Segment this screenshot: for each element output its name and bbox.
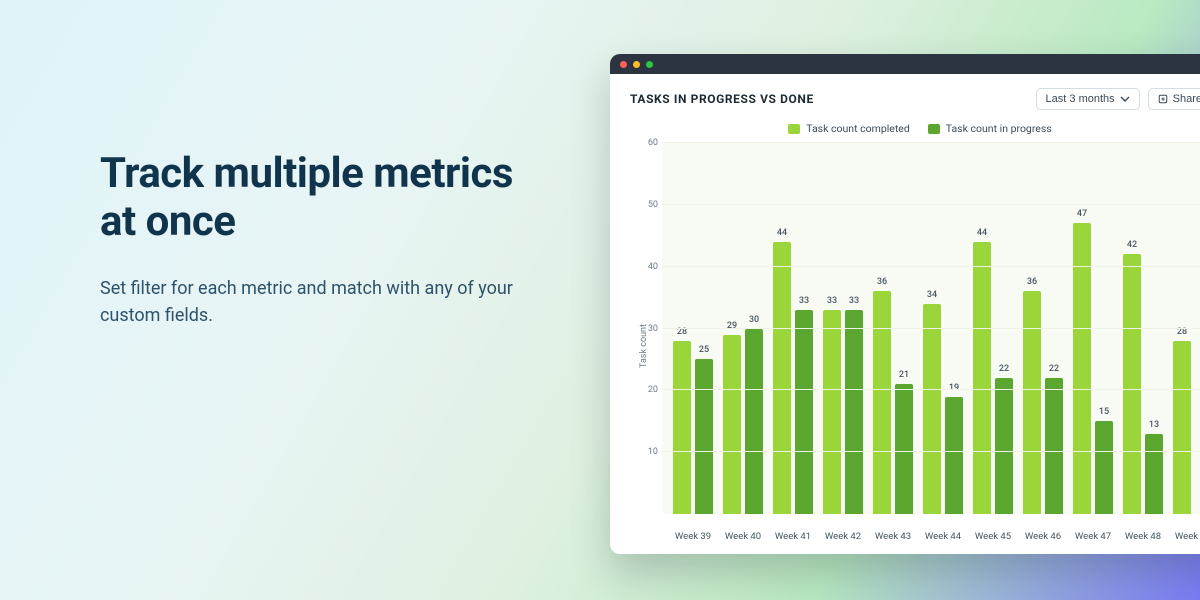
y-tick: 50 xyxy=(640,200,658,210)
bar-completed[interactable]: 44 xyxy=(973,242,991,514)
bar-in-progress[interactable]: 21 xyxy=(895,384,913,514)
bar-value-label: 21 xyxy=(899,370,909,380)
bar-group: 3621 xyxy=(868,143,918,514)
chevron-down-icon xyxy=(1120,94,1130,104)
bar-completed[interactable]: 29 xyxy=(723,335,741,514)
bar-completed[interactable]: 36 xyxy=(1023,291,1041,514)
chart-window: TASKS IN PROGRESS VS DONE Last 3 months … xyxy=(610,54,1200,554)
bar-in-progress[interactable]: 33 xyxy=(795,310,813,514)
bar-value-label: 47 xyxy=(1077,209,1087,219)
bar-groups: 2825293044333333362134194422362247154213… xyxy=(662,143,1200,514)
bar-completed[interactable]: 28 xyxy=(673,341,691,514)
x-tick: Week 40 xyxy=(718,531,768,542)
share-label: Share xyxy=(1173,93,1200,105)
gridline xyxy=(662,389,1200,390)
bar-value-label: 33 xyxy=(827,296,837,306)
bar-value-label: 22 xyxy=(999,364,1009,374)
bar-group: 3333 xyxy=(818,143,868,514)
y-tick: 20 xyxy=(640,385,658,395)
x-tick: Week 47 xyxy=(1068,531,1118,542)
date-range-label: Last 3 months xyxy=(1046,93,1115,105)
bar-value-label: 44 xyxy=(777,228,787,238)
gridline xyxy=(662,328,1200,329)
bar-group: 2930 xyxy=(718,143,768,514)
x-tick: Week 48 xyxy=(1118,531,1168,542)
x-tick: Week 45 xyxy=(968,531,1018,542)
bar-group: 4715 xyxy=(1068,143,1118,514)
bar-value-label: 29 xyxy=(727,321,737,331)
window-minimize-icon[interactable] xyxy=(633,61,640,68)
legend-swatch-completed xyxy=(788,124,800,134)
y-tick: 30 xyxy=(640,324,658,334)
bar-value-label: 25 xyxy=(699,345,709,355)
bar-completed[interactable]: 28 xyxy=(1173,341,1191,514)
gridline xyxy=(662,451,1200,452)
x-tick: Week 46 xyxy=(1018,531,1068,542)
bar-group: 28 xyxy=(1168,143,1200,514)
bar-in-progress[interactable]: 22 xyxy=(1045,378,1063,514)
bar-group: 4213 xyxy=(1118,143,1168,514)
window-close-icon[interactable] xyxy=(620,61,627,68)
legend-label-completed: Task count completed xyxy=(806,122,910,135)
x-tick: Week 39 xyxy=(668,531,718,542)
bar-value-label: 44 xyxy=(977,228,987,238)
y-tick: 60 xyxy=(640,138,658,148)
bar-value-label: 33 xyxy=(799,296,809,306)
chart-plot-area: 2825293044333333362134194422362247154213… xyxy=(662,143,1200,514)
bar-in-progress[interactable]: 33 xyxy=(845,310,863,514)
bar-group: 3622 xyxy=(1018,143,1068,514)
bar-in-progress[interactable]: 13 xyxy=(1145,434,1163,514)
gridline xyxy=(662,204,1200,205)
y-tick: 10 xyxy=(640,447,658,457)
bar-completed[interactable]: 33 xyxy=(823,310,841,514)
legend-item-in-progress: Task count in progress xyxy=(928,122,1052,135)
bar-completed[interactable]: 42 xyxy=(1123,254,1141,514)
bar-completed[interactable]: 36 xyxy=(873,291,891,514)
bar-value-label: 19 xyxy=(949,383,959,393)
bar-in-progress[interactable]: 30 xyxy=(745,329,763,515)
bar-value-label: 33 xyxy=(849,296,859,306)
x-tick: Week 44 xyxy=(918,531,968,542)
window-zoom-icon[interactable] xyxy=(646,61,653,68)
bar-in-progress[interactable]: 15 xyxy=(1095,421,1113,514)
subtext: Set filter for each metric and match wit… xyxy=(100,275,530,329)
bar-value-label: 36 xyxy=(877,277,887,287)
y-tick: 40 xyxy=(640,262,658,272)
bar-completed[interactable]: 34 xyxy=(923,304,941,514)
bar-value-label: 34 xyxy=(927,290,937,300)
chart-title: TASKS IN PROGRESS VS DONE xyxy=(630,92,814,106)
bar-value-label: 42 xyxy=(1127,240,1137,250)
bar-completed[interactable]: 44 xyxy=(773,242,791,514)
share-icon xyxy=(1158,94,1168,104)
legend-swatch-in-progress xyxy=(928,124,940,134)
date-range-dropdown[interactable]: Last 3 months xyxy=(1036,88,1140,110)
gridline xyxy=(662,142,1200,143)
bar-completed[interactable]: 47 xyxy=(1073,223,1091,514)
legend-label-in-progress: Task count in progress xyxy=(946,122,1052,135)
bar-group: 4433 xyxy=(768,143,818,514)
bar-value-label: 36 xyxy=(1027,277,1037,287)
bar-value-label: 15 xyxy=(1099,407,1109,417)
gridline xyxy=(662,266,1200,267)
bar-group: 4422 xyxy=(968,143,1018,514)
window-titlebar xyxy=(610,54,1200,74)
bar-value-label: 13 xyxy=(1149,420,1159,430)
legend-item-completed: Task count completed xyxy=(788,122,910,135)
x-tick: Week 49 xyxy=(1168,531,1200,542)
share-button[interactable]: Share xyxy=(1148,88,1200,110)
bar-in-progress[interactable]: 25 xyxy=(695,359,713,514)
bar-in-progress[interactable]: 22 xyxy=(995,378,1013,514)
bar-in-progress[interactable]: 19 xyxy=(945,397,963,514)
chart-legend: Task count completed Task count in progr… xyxy=(610,114,1200,137)
bar-value-label: 22 xyxy=(1049,364,1059,374)
headline: Track multiple metrics at once xyxy=(100,150,530,247)
bar-group: 2825 xyxy=(668,143,718,514)
bar-value-label: 30 xyxy=(749,315,759,325)
x-axis: Week 39Week 40Week 41Week 42Week 43Week … xyxy=(662,531,1200,542)
x-tick: Week 41 xyxy=(768,531,818,542)
x-tick: Week 42 xyxy=(818,531,868,542)
bar-group: 3419 xyxy=(918,143,968,514)
x-tick: Week 43 xyxy=(868,531,918,542)
